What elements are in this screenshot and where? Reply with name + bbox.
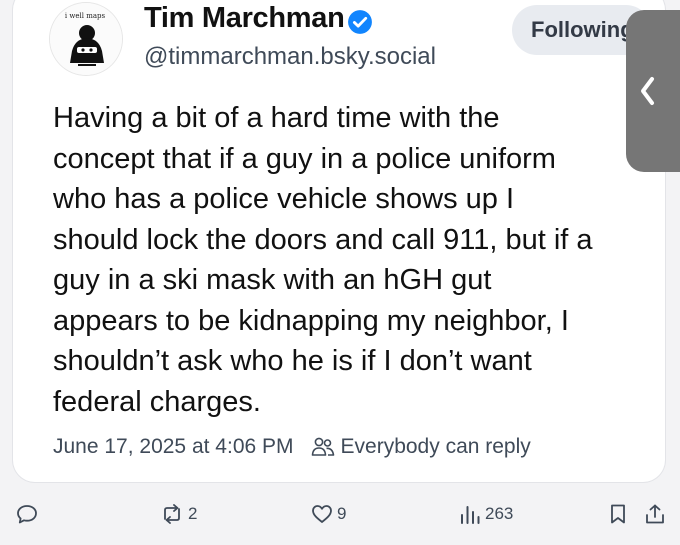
bookmark-icon xyxy=(611,504,625,524)
views-button[interactable]: 263 xyxy=(459,495,513,533)
bar-chart-icon xyxy=(461,506,480,524)
post-timestamp[interactable]: June 17, 2025 at 4:06 PM xyxy=(53,435,294,459)
author-avatar[interactable]: i well maps xyxy=(50,3,122,75)
views-count: 263 xyxy=(485,504,514,523)
screen: i well maps Tim Marchman @timmarchman.bs… xyxy=(0,0,680,545)
share-button[interactable] xyxy=(644,495,666,533)
like-button[interactable]: 9 xyxy=(311,495,346,533)
heart-icon xyxy=(312,505,332,523)
bookmark-button[interactable] xyxy=(608,495,628,533)
author-name[interactable]: Tim Marchman xyxy=(144,2,345,35)
post-text: Having a bit of a hard time with the con… xyxy=(53,102,593,418)
verified-badge-icon xyxy=(348,10,372,34)
author-handle[interactable]: @timmarchman.bsky.social xyxy=(144,43,436,71)
reply-button[interactable] xyxy=(16,495,42,533)
like-count: 9 xyxy=(337,504,347,523)
post-actions: 2 9 263 xyxy=(0,495,680,533)
avatar-illustration: i well maps xyxy=(50,3,122,75)
share-icon xyxy=(646,504,664,524)
post-card: i well maps Tim Marchman @timmarchman.bs… xyxy=(13,0,665,482)
post-meta: June 17, 2025 at 4:06 PM Everybody can r… xyxy=(53,433,531,461)
repost-count: 2 xyxy=(188,504,198,523)
repost-button[interactable]: 2 xyxy=(160,495,197,533)
reply-setting-text[interactable]: Everybody can reply xyxy=(341,435,531,459)
speech-bubble-icon xyxy=(17,505,37,524)
chevron-left-icon xyxy=(641,77,654,105)
repost-arrows-icon xyxy=(164,504,180,524)
side-panel-tab[interactable] xyxy=(626,10,680,172)
avatar-caption: i well maps xyxy=(65,12,106,20)
people-icon xyxy=(311,436,335,458)
